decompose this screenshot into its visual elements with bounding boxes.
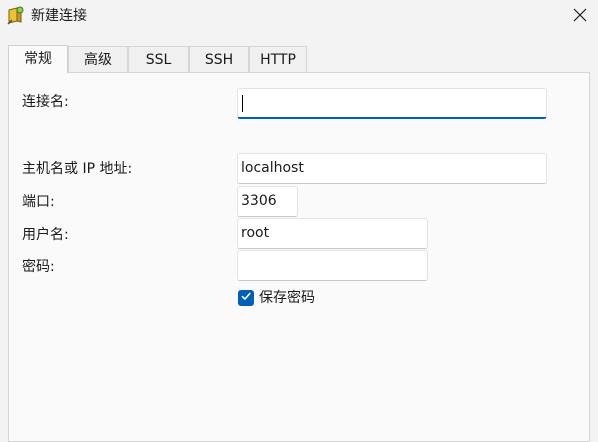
close-button[interactable] <box>562 0 598 34</box>
username-label: 用户名: <box>22 227 69 243</box>
connection-name-field[interactable] <box>237 88 547 119</box>
database-plug-icon <box>6 6 24 26</box>
username-field[interactable]: root <box>237 218 428 249</box>
host-field[interactable]: localhost <box>237 153 547 184</box>
port-label: 端口: <box>22 194 55 210</box>
save-password-checkbox[interactable] <box>238 290 254 306</box>
port-field[interactable]: 3306 <box>237 186 298 217</box>
tab-ssh[interactable]: SSH <box>189 46 249 72</box>
text-caret <box>242 95 243 112</box>
password-field[interactable] <box>237 250 428 281</box>
tab-general[interactable]: 常规 <box>8 45 68 73</box>
connection-name-label: 连接名: <box>22 94 69 110</box>
tab-advanced[interactable]: 高级 <box>68 46 128 72</box>
checkmark-icon <box>240 290 252 306</box>
close-icon <box>573 8 587 26</box>
tab-http[interactable]: HTTP <box>249 46 307 72</box>
save-password-label[interactable]: 保存密码 <box>259 289 315 307</box>
host-value: localhost <box>241 160 304 176</box>
host-label: 主机名或 IP 地址: <box>22 161 133 177</box>
title-bar: 新建连接 <box>0 0 598 36</box>
tab-ssl[interactable]: SSL <box>128 46 189 72</box>
password-label: 密码: <box>22 259 55 275</box>
window-title: 新建连接 <box>31 8 87 24</box>
username-value: root <box>241 225 270 241</box>
port-value: 3306 <box>241 193 277 209</box>
